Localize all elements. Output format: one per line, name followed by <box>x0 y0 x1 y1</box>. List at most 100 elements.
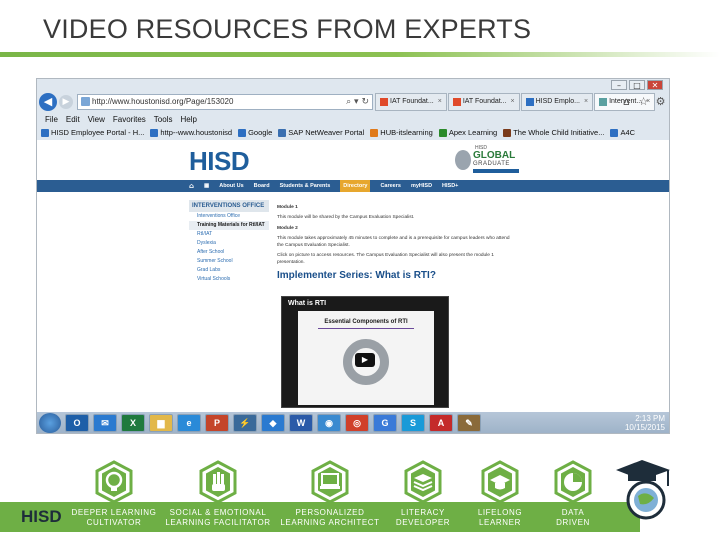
favorite-link[interactable]: HISD Employee Portal - H... <box>41 126 144 140</box>
favorite-link[interactable]: Google <box>238 126 272 140</box>
gear-icon[interactable]: ⚙ <box>654 95 667 108</box>
favorite-label: http--www.houstonisd <box>160 128 233 137</box>
sidebar-item[interactable]: After School <box>189 248 269 257</box>
sidebar-item[interactable]: Interventions Office <box>189 212 269 221</box>
refresh-icon[interactable]: ↻ <box>361 97 369 107</box>
taskbar-ie-icon[interactable]: e <box>177 414 201 432</box>
home-icon[interactable]: ⌂ <box>189 180 194 192</box>
taskbar-word-icon[interactable]: W <box>289 414 313 432</box>
pie-chart-icon <box>553 460 593 504</box>
sidebar-item[interactable]: Training Materials for RtI/IAT <box>189 221 269 230</box>
sidebar-item[interactable]: Dyslexia <box>189 239 269 248</box>
menu-bar: File Edit View Favorites Tools Help <box>37 113 669 126</box>
site-nav-item[interactable]: HISD+ <box>442 180 458 192</box>
site-nav-item[interactable]: About Us <box>219 180 243 192</box>
tab-1[interactable]: IAT Foundat... × <box>375 93 447 111</box>
taskbar-folder-icon[interactable]: ▆ <box>149 414 173 432</box>
taskbar-network-icon[interactable]: ⚡ <box>233 414 257 432</box>
site-nav-item[interactable]: Directory <box>340 180 371 192</box>
taskbar-excel-icon[interactable]: X <box>121 414 145 432</box>
favorite-label: A4C <box>620 128 636 137</box>
pillar-line-2: CULTIVATOR <box>86 518 142 527</box>
menu-help[interactable]: Help <box>180 113 196 126</box>
site-logo[interactable]: HISD <box>189 146 250 177</box>
tab-favicon <box>380 98 388 106</box>
home-icon[interactable]: ⌂ <box>620 95 633 108</box>
search-icon[interactable]: ⌕ <box>346 97 351 107</box>
taskbar-dropbox-icon[interactable]: ◆ <box>261 414 285 432</box>
tab-close-icon[interactable]: × <box>511 93 515 111</box>
start-button[interactable] <box>39 413 61 433</box>
main-content: Module 1 This module will be shared by t… <box>277 200 517 410</box>
hand-icon <box>198 460 238 504</box>
tab-close-icon[interactable]: × <box>584 93 588 111</box>
menu-icon[interactable]: ▦ <box>204 180 209 192</box>
lightbulb-icon <box>94 460 134 504</box>
taskbar-acrobat-icon[interactable]: A <box>429 414 453 432</box>
maximize-button[interactable]: □ <box>629 80 645 90</box>
favorite-link[interactable]: HUB-itslearning <box>370 126 433 140</box>
browser-tools: ⌂ ☆ ⚙ <box>620 95 667 108</box>
menu-edit[interactable]: Edit <box>66 113 80 126</box>
favorite-link[interactable]: Apex Learning <box>438 126 497 140</box>
module2-text: This module takes approximately 45 minut… <box>277 236 510 248</box>
site-nav-item[interactable]: myHISD <box>411 180 432 192</box>
graduate-icon <box>455 150 471 170</box>
tab-close-icon[interactable]: × <box>438 93 442 111</box>
click-text: Click on picture to access resources. Th… <box>277 253 494 265</box>
taskbar-mail-icon[interactable]: ✉ <box>93 414 117 432</box>
favorite-icon <box>370 129 379 137</box>
close-button[interactable]: ✕ <box>647 80 663 90</box>
favorite-link[interactable]: http--www.houstonisd <box>150 126 232 140</box>
tab-favicon <box>599 98 608 106</box>
minimize-button[interactable]: – <box>611 80 627 90</box>
taskbar-skype-icon[interactable]: S <box>401 414 425 432</box>
series-title[interactable]: Implementer Series: What is RTI? <box>277 270 517 281</box>
site-nav: ⌂ ▦ About Us Board Students & Parents Direc… <box>37 180 669 192</box>
site-nav-item[interactable]: Students & Parents <box>280 180 331 192</box>
book-icon <box>403 460 443 504</box>
tab-label: IAT Foundat... <box>390 98 434 105</box>
favorites-bar: HISD Employee Portal - H... http--www.hou… <box>37 126 669 140</box>
video-divider <box>318 328 414 329</box>
forward-button[interactable]: ▶ <box>59 95 73 109</box>
taskbar-globe-icon[interactable]: ◉ <box>317 414 341 432</box>
slide-title: VIDEO RESOURCES FROM EXPERTS <box>43 14 532 44</box>
tab-favicon <box>525 98 534 106</box>
address-bar[interactable]: http://www.houstonisd.org/Page/153020 ⌕ … <box>77 94 373 110</box>
web-page: HISD HISD GLOBAL GRADUATE ⌂ ▦ About Us Bo… <box>37 140 669 412</box>
menu-view[interactable]: View <box>88 113 105 126</box>
favorite-link[interactable]: SAP NetWeaver Portal <box>278 126 364 140</box>
taskbar-google-icon[interactable]: G <box>373 414 397 432</box>
pillar-line-1: DEEPER LEARNING <box>71 508 157 517</box>
site-nav-item[interactable]: Board <box>254 180 270 192</box>
back-button[interactable]: ◀ <box>39 93 57 111</box>
tab-2[interactable]: IAT Foundat... × <box>447 93 520 111</box>
star-icon[interactable]: ☆ <box>637 95 650 108</box>
favorite-icon <box>238 129 247 137</box>
tab-3[interactable]: HISD Emplo... × <box>520 93 594 111</box>
dropdown-icon[interactable]: ▾ <box>354 97 359 107</box>
taskbar-powerpoint-icon[interactable]: P <box>205 414 229 432</box>
menu-tools[interactable]: Tools <box>154 113 173 126</box>
pillar-label: DEEPER LEARNING CULTIVATOR <box>54 508 174 528</box>
taskbar-outlook-icon[interactable]: O <box>65 414 89 432</box>
video-heading: Essential Components of RTI <box>324 319 408 325</box>
video-player[interactable]: What is RTI Essential Components of RTI … <box>281 296 449 408</box>
taskbar-clock[interactable]: 2:13 PM 10/15/2015 <box>625 414 665 432</box>
favorite-link[interactable]: A4C <box>610 126 635 140</box>
favorite-link[interactable]: The Whole Child Initiative... <box>503 126 604 140</box>
sidebar-item[interactable]: Grad Labs <box>189 266 269 275</box>
address-tools: ⌕ ▾ ↻ <box>346 95 369 109</box>
taskbar-chrome-icon[interactable]: ◎ <box>345 414 369 432</box>
taskbar-paint-icon[interactable]: ✎ <box>457 414 481 432</box>
menu-favorites[interactable]: Favorites <box>113 113 146 126</box>
sidebar-item[interactable]: Virtual Schools <box>189 275 269 284</box>
sidebar-item[interactable]: RtI/IAT <box>189 230 269 239</box>
site-nav-item[interactable]: Careers <box>380 180 401 192</box>
badge-sub: GRADUATE <box>473 161 510 167</box>
sidebar-item[interactable]: Summer School <box>189 257 269 266</box>
play-icon[interactable]: ▶ <box>355 353 375 367</box>
menu-file[interactable]: File <box>45 113 58 126</box>
sidebar-heading: INTERVENTIONS OFFICE <box>189 200 269 212</box>
